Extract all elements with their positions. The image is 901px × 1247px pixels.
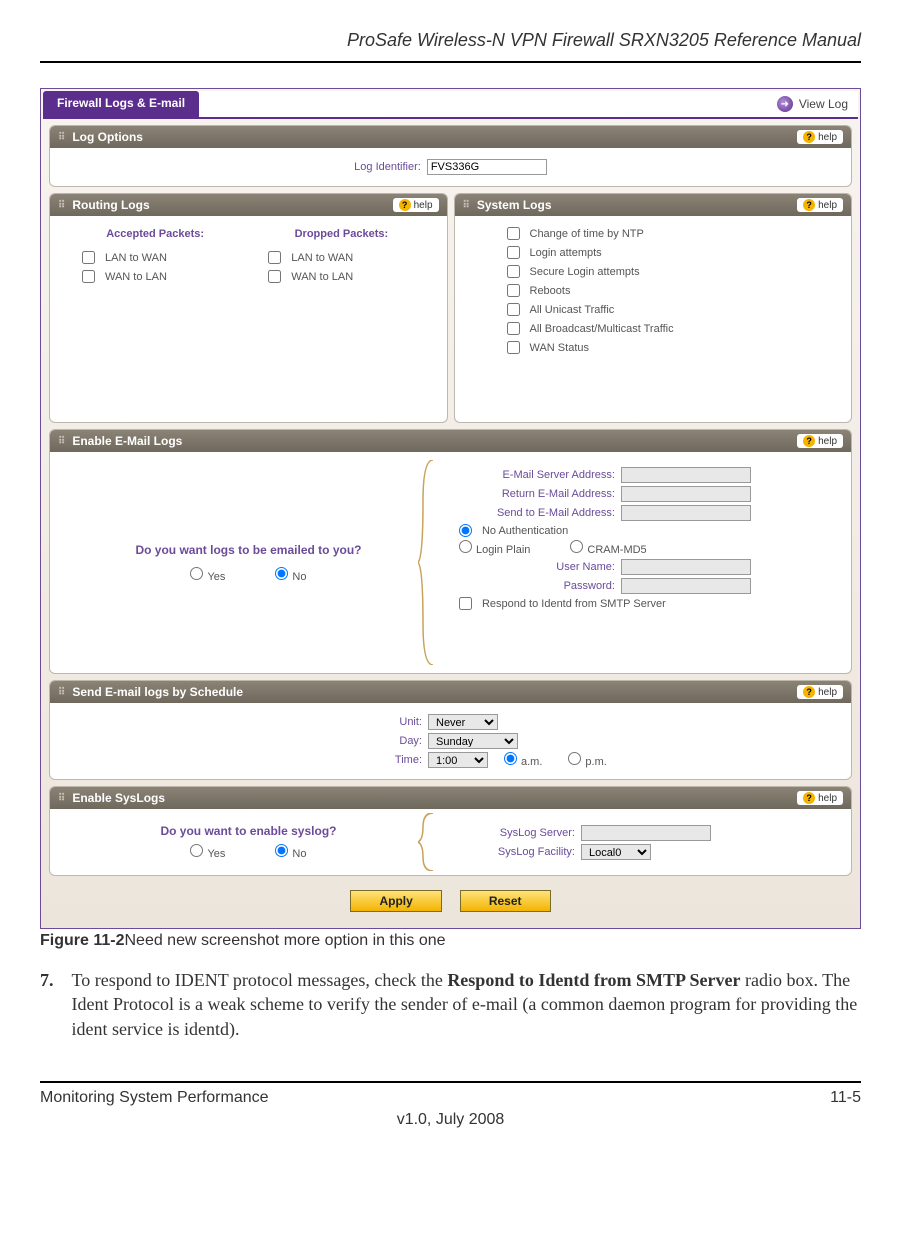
accepted-header: Accepted Packets:: [62, 228, 248, 240]
syslog-no-radio[interactable]: [275, 844, 288, 857]
help-icon: ?: [803, 435, 815, 447]
panel-title: Enable SysLogs: [72, 791, 165, 805]
grip-icon: ⠿: [463, 200, 471, 211]
tab-firewall-logs[interactable]: Firewall Logs & E-mail: [43, 91, 199, 117]
no-auth-radio[interactable]: [459, 524, 472, 537]
footer-left: Monitoring System Performance: [40, 1089, 269, 1107]
panel-log-options: ⠿ Log Options ?help Log Identifier:: [49, 125, 852, 187]
syslog-no-option[interactable]: No: [275, 844, 306, 860]
email-yes-radio[interactable]: [190, 567, 203, 580]
footer-right: 11-5: [830, 1089, 861, 1107]
syslog-yes-option[interactable]: Yes: [190, 844, 225, 860]
view-log-label: View Log: [799, 97, 848, 111]
step-7: 7. To respond to IDENT protocol messages…: [40, 968, 861, 1041]
help-button[interactable]: ?help: [797, 198, 843, 212]
tab-bar: Firewall Logs & E-mail ➜ View Log: [43, 91, 858, 117]
button-row: Apply Reset: [49, 882, 852, 920]
identd-checkbox[interactable]: [459, 597, 472, 610]
arrow-right-icon: ➜: [777, 96, 793, 112]
apply-button[interactable]: Apply: [350, 890, 441, 912]
pm-radio[interactable]: [568, 752, 581, 765]
accepted-wan-lan-checkbox[interactable]: [82, 270, 95, 283]
help-icon: ?: [803, 792, 815, 804]
panel-title: Send E-mail logs by Schedule: [72, 685, 243, 699]
panel-title: System Logs: [477, 198, 552, 212]
time-select[interactable]: 1:00: [428, 752, 488, 768]
grip-icon: ⠿: [58, 200, 66, 211]
reset-button[interactable]: Reset: [460, 890, 551, 912]
syslog-ntp-checkbox[interactable]: [507, 227, 520, 240]
email-server-input[interactable]: [621, 467, 751, 483]
grip-icon: ⠿: [58, 793, 66, 804]
panel-email-logs: ⠿ Enable E-Mail Logs ?help Do you want l…: [49, 429, 852, 674]
help-icon: ?: [803, 199, 815, 211]
syslog-login-checkbox[interactable]: [507, 246, 520, 259]
grip-icon: ⠿: [58, 132, 66, 143]
help-button[interactable]: ?help: [393, 198, 439, 212]
panel-routing-logs: ⠿ Routing Logs ?help Accepted Packets: D…: [49, 193, 448, 423]
syslog-yes-radio[interactable]: [190, 844, 203, 857]
log-identifier-input[interactable]: [427, 159, 547, 175]
email-question: Do you want logs to be emailed to you?: [135, 543, 361, 557]
panel-title: Enable E-Mail Logs: [72, 434, 182, 448]
syslog-secure-checkbox[interactable]: [507, 265, 520, 278]
unit-select[interactable]: Never: [428, 714, 498, 730]
dropped-wan-lan-checkbox[interactable]: [268, 270, 281, 283]
help-button[interactable]: ?help: [797, 130, 843, 144]
help-button[interactable]: ?help: [797, 791, 843, 805]
footer-version: v1.0, July 2008: [40, 1111, 861, 1129]
dropped-lan-wan-checkbox[interactable]: [268, 251, 281, 264]
day-select[interactable]: Sunday: [428, 733, 518, 749]
help-icon: ?: [803, 686, 815, 698]
login-plain-radio[interactable]: [459, 540, 472, 553]
email-sendto-input[interactable]: [621, 505, 751, 521]
panel-system-logs: ⠿ System Logs ?help Change of time by NT…: [454, 193, 853, 423]
email-return-input[interactable]: [621, 486, 751, 502]
view-log-link[interactable]: ➜ View Log: [767, 91, 858, 117]
grip-icon: ⠿: [58, 687, 66, 698]
panel-syslogs: ⠿ Enable SysLogs ?help Do you want to en…: [49, 786, 852, 876]
syslog-wan-checkbox[interactable]: [507, 341, 520, 354]
help-button[interactable]: ?help: [797, 685, 843, 699]
grip-icon: ⠿: [58, 436, 66, 447]
syslog-question: Do you want to enable syslog?: [62, 824, 435, 838]
syslog-server-input[interactable]: [581, 825, 711, 841]
help-icon: ?: [399, 199, 411, 211]
panel-schedule: ⠿ Send E-mail logs by Schedule ?help Uni…: [49, 680, 852, 780]
figure-caption: Figure 11-2Need new screenshot more opti…: [40, 932, 861, 950]
help-icon: ?: [803, 131, 815, 143]
panel-title: Routing Logs: [72, 198, 149, 212]
accepted-lan-wan-checkbox[interactable]: [82, 251, 95, 264]
document-header: ProSafe Wireless-N VPN Firewall SRXN3205…: [40, 30, 861, 63]
email-pass-input[interactable]: [621, 578, 751, 594]
email-user-input[interactable]: [621, 559, 751, 575]
email-no-radio[interactable]: [275, 567, 288, 580]
document-footer: Monitoring System Performance 11-5: [40, 1083, 861, 1107]
panel-title: Log Options: [72, 130, 143, 144]
syslog-facility-select[interactable]: Local0: [581, 844, 651, 860]
syslog-reboots-checkbox[interactable]: [507, 284, 520, 297]
email-no-option[interactable]: No: [275, 567, 306, 583]
syslog-broadcast-checkbox[interactable]: [507, 322, 520, 335]
am-radio[interactable]: [504, 752, 517, 765]
log-identifier-label: Log Identifier:: [354, 161, 421, 173]
cram-md5-radio[interactable]: [570, 540, 583, 553]
email-yes-option[interactable]: Yes: [190, 567, 225, 583]
dropped-header: Dropped Packets:: [248, 228, 434, 240]
screenshot-frame: Firewall Logs & E-mail ➜ View Log ⠿ Log …: [40, 88, 861, 929]
syslog-unicast-checkbox[interactable]: [507, 303, 520, 316]
brace-icon: [418, 813, 438, 871]
brace-icon: [418, 460, 438, 665]
help-button[interactable]: ?help: [797, 434, 843, 448]
